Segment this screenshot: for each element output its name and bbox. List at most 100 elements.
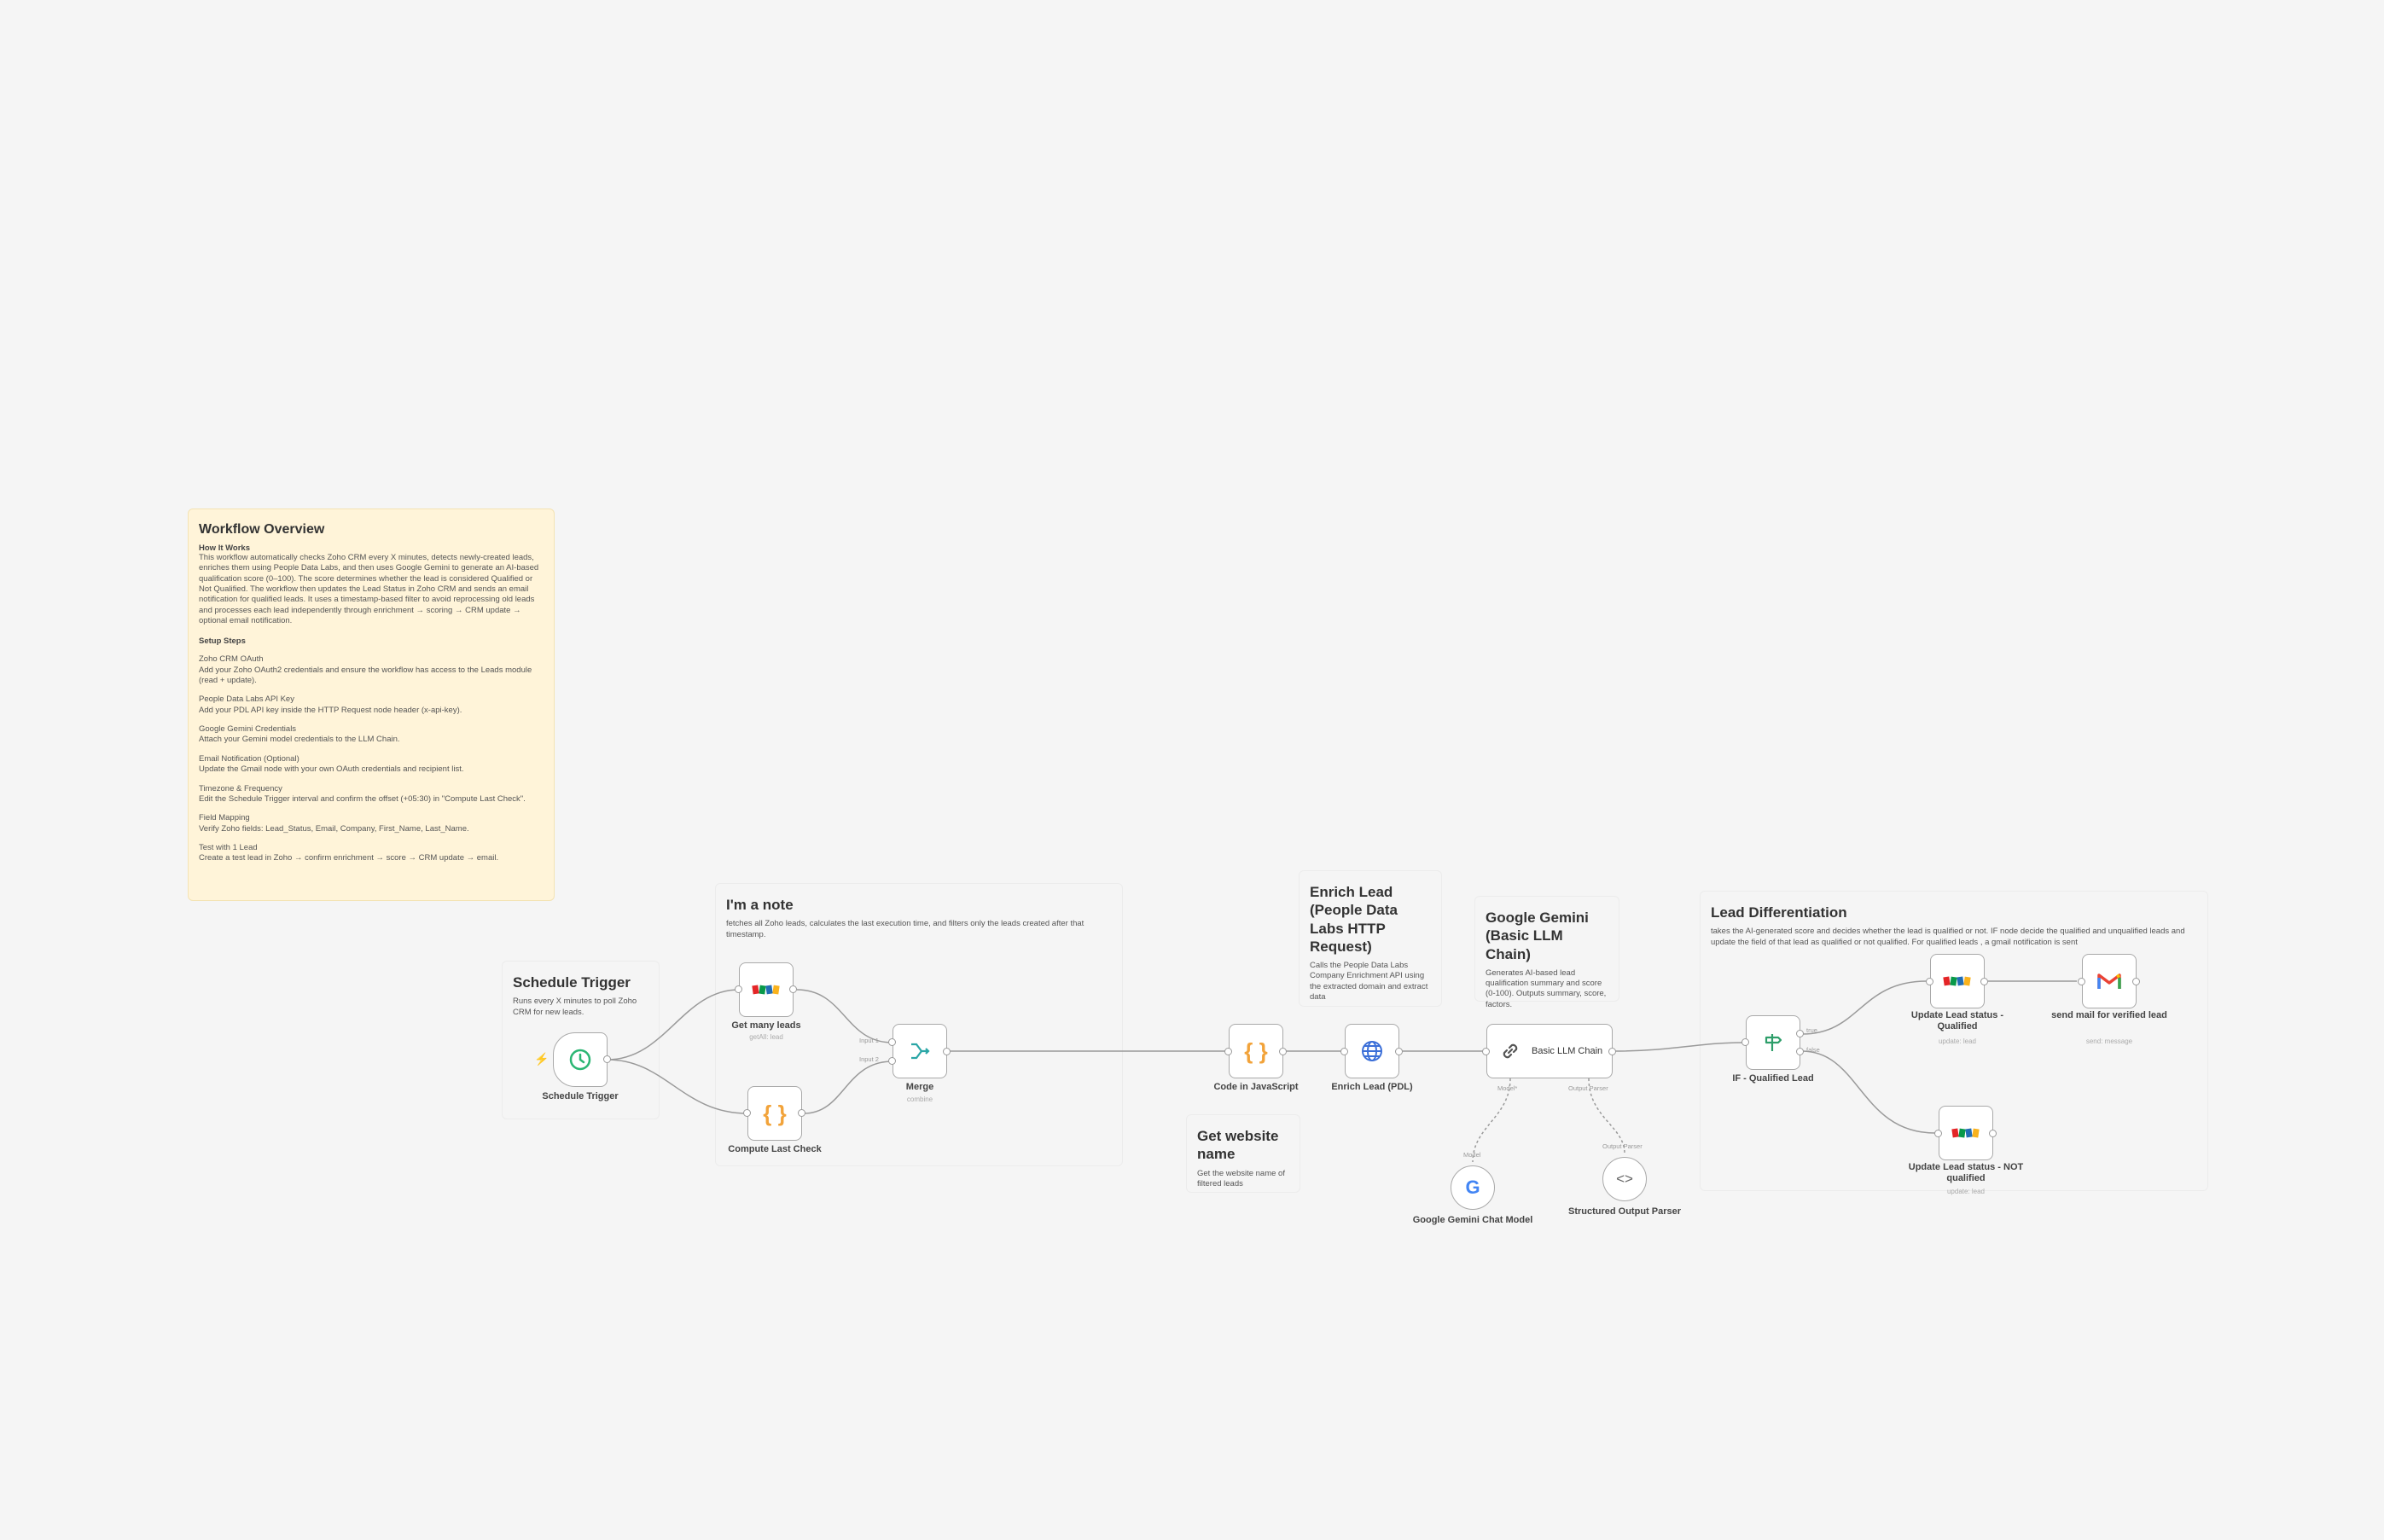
globe-icon: [1362, 1041, 1382, 1061]
node-label: Merge: [905, 1082, 934, 1092]
node-subtitle: update: lead: [1938, 1037, 1977, 1045]
compute-last-check-node[interactable]: { }: [747, 1086, 802, 1141]
step-title: Zoho CRM OAuth: [199, 654, 264, 665]
node-label: Update Lead status - Qualified: [1910, 1010, 2004, 1032]
note-title: I'm a note: [726, 897, 794, 913]
output-port[interactable]: [1395, 1048, 1403, 1055]
step-text: Verify Zoho fields: Lead_Status, Email, …: [199, 823, 469, 834]
output-port[interactable]: [798, 1109, 805, 1117]
overview-step: Timezone & Frequency Edit the Schedule T…: [199, 784, 544, 805]
basic-llm-chain-node[interactable]: Basic LLM Chain: [1486, 1024, 1613, 1078]
input-port[interactable]: [1926, 978, 1933, 985]
step-text: Add your Zoho OAuth2 credentials and ens…: [199, 665, 532, 686]
note-title: Google Gemini (Basic LLM Chain): [1486, 909, 1589, 962]
port-label: Input 1: [859, 1037, 879, 1044]
port-label: Model: [1463, 1151, 1481, 1159]
node-subtitle: send: message: [2085, 1037, 2133, 1045]
step-text: Update the Gmail node with your own OAut…: [199, 764, 464, 775]
google-gemini-note[interactable]: Google Gemini (Basic LLM Chain) Generate…: [1474, 896, 1619, 1009]
overview-title: Workflow Overview: [199, 522, 325, 537]
output-port[interactable]: [1279, 1048, 1287, 1055]
node-label: Update Lead status - NOT qualified: [1908, 1162, 2024, 1184]
note-body: Runs every X minutes to poll Zoho CRM fo…: [513, 997, 637, 1017]
merge-node[interactable]: [893, 1024, 947, 1078]
input-port[interactable]: [1224, 1048, 1232, 1055]
send-mail-verified-lead-node[interactable]: [2082, 954, 2137, 1008]
output-port[interactable]: [943, 1048, 951, 1055]
output-port[interactable]: [1796, 1048, 1804, 1055]
note-body: Generates AI-based lead qualification su…: [1486, 968, 1607, 1009]
note-title: Get website name: [1197, 1128, 1279, 1163]
schedule-trigger-node[interactable]: [553, 1032, 608, 1087]
merge-icon: [911, 1043, 930, 1060]
node-label: Get many leads: [731, 1020, 801, 1031]
zoho-icon: [1943, 976, 1971, 986]
step-text: Edit the Schedule Trigger interval and c…: [199, 793, 526, 804]
node-subtitle: combine: [906, 1095, 933, 1103]
output-port[interactable]: [1980, 978, 1988, 985]
node-label: send mail for verified lead: [2051, 1010, 2167, 1020]
node-label: Basic LLM Chain: [1532, 1046, 1603, 1056]
input-port[interactable]: [2078, 978, 2085, 985]
google-gemini-chat-model-node[interactable]: G: [1451, 1165, 1495, 1210]
overview-step: Field Mapping Verify Zoho fields: Lead_S…: [199, 813, 544, 834]
overview-step: Zoho CRM OAuth Add your Zoho OAuth2 cred…: [199, 654, 544, 686]
input-port[interactable]: [888, 1057, 896, 1065]
overview-setup-heading: Setup Steps: [199, 636, 246, 647]
input-port[interactable]: [735, 985, 742, 993]
output-port[interactable]: [1989, 1130, 1997, 1137]
output-port[interactable]: [789, 985, 797, 993]
node-label: IF - Qualified Lead: [1732, 1073, 1814, 1084]
note-body: takes the AI-generated score and decides…: [1711, 927, 2185, 947]
overview-step: People Data Labs API Key Add your PDL AP…: [199, 694, 544, 716]
output-port[interactable]: [1608, 1048, 1616, 1055]
update-lead-qualified-node[interactable]: [1930, 954, 1985, 1008]
note-body: Get the website name of filtered leads: [1197, 1168, 1285, 1188]
code-braces-icon: { }: [1244, 1037, 1268, 1064]
input-port[interactable]: [1741, 1038, 1749, 1046]
node-subtitle: getAll: lead: [749, 1033, 783, 1041]
step-title: Email Notification (Optional): [199, 753, 299, 764]
input-port[interactable]: [1340, 1048, 1348, 1055]
output-port[interactable]: [2132, 978, 2140, 985]
code-braces-icon: { }: [763, 1100, 787, 1126]
signpost-icon: [1765, 1034, 1782, 1051]
note-title: Lead Differentiation: [1711, 904, 1847, 921]
input-port[interactable]: [743, 1109, 751, 1117]
output-port[interactable]: [603, 1055, 611, 1063]
step-title: Test with 1 Lead: [199, 842, 258, 852]
workflow-overview-note[interactable]: Workflow Overview How It Works This work…: [188, 508, 555, 901]
port-label: Model*: [1497, 1084, 1518, 1092]
update-lead-not-qualified-node[interactable]: [1939, 1106, 1993, 1160]
port-label: Output Parser: [1568, 1084, 1608, 1092]
enrich-lead-note[interactable]: Enrich Lead (People Data Labs HTTP Reque…: [1299, 870, 1442, 1007]
overview-how-heading: How It Works: [199, 543, 250, 553]
node-label: Schedule Trigger: [542, 1091, 619, 1101]
google-icon: G: [1465, 1177, 1480, 1198]
port-label: true: [1806, 1026, 1817, 1034]
port-label: Input 2: [859, 1055, 879, 1063]
code-javascript-node[interactable]: { }: [1229, 1024, 1283, 1078]
overview-step: Email Notification (Optional) Update the…: [199, 754, 544, 776]
if-qualified-lead-node[interactable]: [1746, 1015, 1800, 1070]
node-subtitle: update: lead: [1946, 1188, 1986, 1195]
enrich-lead-pdl-node[interactable]: [1345, 1024, 1399, 1078]
input-port[interactable]: [1934, 1130, 1942, 1137]
overview-step: Test with 1 Lead Create a test lead in Z…: [199, 843, 544, 864]
output-port[interactable]: [1796, 1030, 1804, 1037]
step-text: Add your PDL API key inside the HTTP Req…: [199, 705, 462, 715]
note-body: Calls the People Data Labs Company Enric…: [1310, 961, 1428, 1002]
zoho-icon: [1951, 1128, 1980, 1138]
structured-output-parser-node[interactable]: <>: [1602, 1157, 1647, 1201]
overview-step: Google Gemini Credentials Attach your Ge…: [199, 724, 544, 746]
brackets-icon: <>: [1616, 1171, 1633, 1187]
note-body: fetches all Zoho leads, calculates the l…: [726, 919, 1084, 939]
node-label: Structured Output Parser: [1567, 1206, 1682, 1217]
step-title: Google Gemini Credentials: [199, 724, 297, 735]
get-many-leads-node[interactable]: [739, 962, 794, 1017]
get-website-note[interactable]: Get website name Get the website name of…: [1186, 1114, 1300, 1193]
input-port[interactable]: [888, 1038, 896, 1046]
step-text: Attach your Gemini model credentials to …: [199, 735, 400, 745]
input-port[interactable]: [1482, 1048, 1490, 1055]
workflow-canvas[interactable]: Workflow Overview How It Works This work…: [0, 0, 2384, 1540]
